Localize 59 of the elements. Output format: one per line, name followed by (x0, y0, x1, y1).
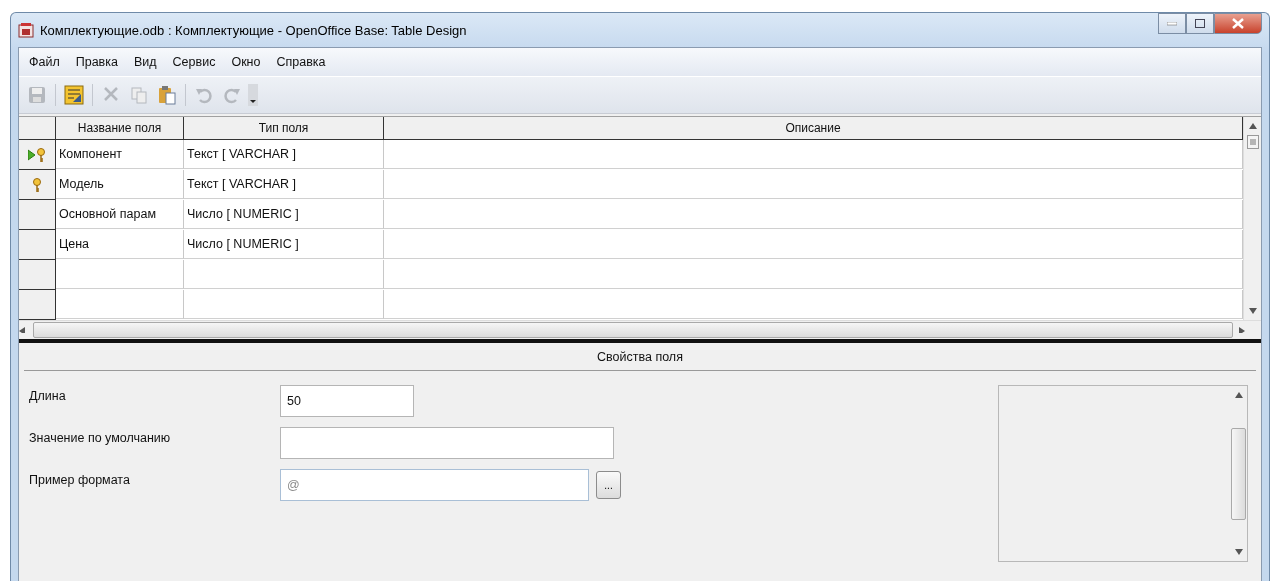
toolbar-overflow-icon[interactable] (248, 84, 258, 106)
table-cell[interactable] (384, 170, 1243, 199)
table-cell[interactable]: Текст [ VARCHAR ] (184, 170, 384, 199)
menu-item[interactable]: Сервис (166, 53, 222, 71)
scroll-down-icon[interactable] (1234, 549, 1243, 555)
row-header[interactable] (19, 260, 56, 290)
menu-item[interactable]: Правка (69, 53, 124, 71)
table-cell[interactable]: Число [ NUMERIC ] (184, 200, 384, 229)
table-cell[interactable]: Основной парам (56, 200, 184, 229)
horizontal-scroll-thumb[interactable] (33, 322, 1233, 338)
row-header[interactable] (19, 200, 56, 230)
table-cell[interactable]: Модель (56, 170, 184, 199)
table-cell[interactable] (56, 260, 184, 289)
menu-item[interactable]: Справка (270, 53, 332, 71)
field-label: Длина (29, 388, 67, 403)
table-cell[interactable]: Текст [ VARCHAR ] (184, 140, 384, 169)
minimize-icon (1167, 21, 1177, 26)
table-cell[interactable]: Компонент (56, 140, 184, 169)
column-header[interactable]: Название поля (56, 117, 184, 140)
table-cell[interactable]: Число [ NUMERIC ] (184, 230, 384, 259)
row-header[interactable] (19, 140, 56, 170)
table-cell[interactable] (184, 290, 384, 319)
table-cell[interactable] (384, 140, 1243, 169)
section-title: Свойства поля (24, 343, 1256, 371)
menu-item[interactable]: Окно (225, 53, 267, 71)
scroll-thumb-icon[interactable] (1246, 135, 1259, 149)
row-header[interactable] (19, 170, 56, 200)
scroll-right-icon[interactable] (1239, 327, 1247, 333)
column-header[interactable]: Описание (384, 117, 1243, 140)
menu-item[interactable]: Вид (127, 53, 163, 71)
close-icon (1232, 18, 1244, 29)
menu-item[interactable]: Файл (23, 53, 66, 71)
row-header[interactable] (19, 290, 56, 320)
table-cell[interactable] (56, 290, 184, 319)
column-header[interactable]: Тип поля (184, 117, 384, 140)
table-cell[interactable] (384, 290, 1243, 319)
paste-icon[interactable] (157, 85, 177, 105)
input-field[interactable]: 50 (280, 385, 414, 417)
maximize-icon (1195, 19, 1205, 28)
scroll-left-icon[interactable] (19, 327, 27, 333)
window-title: Комплектующие.odb : Комплектующие - OpenOffice Base: Table Design (40, 22, 468, 38)
field-label: Пример формата (29, 472, 131, 487)
database-icon (18, 22, 34, 38)
table-design-icon[interactable] (64, 85, 84, 105)
table-cell[interactable] (384, 260, 1243, 289)
vertical-scroll-thumb[interactable] (1231, 427, 1246, 520)
close-button[interactable] (1214, 13, 1262, 34)
vertical-scrollbar[interactable] (1243, 117, 1261, 320)
input-field[interactable] (280, 427, 614, 459)
maximize-button[interactable] (1186, 13, 1214, 34)
table-cell[interactable]: Цена (56, 230, 184, 259)
scroll-up-icon[interactable] (1248, 123, 1257, 129)
table-cell[interactable] (384, 230, 1243, 259)
field-label: Значение по умолчанию (29, 430, 172, 445)
row-header[interactable] (19, 230, 56, 260)
scroll-down-icon[interactable] (1248, 308, 1257, 314)
table-cell[interactable] (184, 260, 384, 289)
scroll-up-icon[interactable] (1234, 392, 1243, 398)
table-cell[interactable] (384, 200, 1243, 229)
